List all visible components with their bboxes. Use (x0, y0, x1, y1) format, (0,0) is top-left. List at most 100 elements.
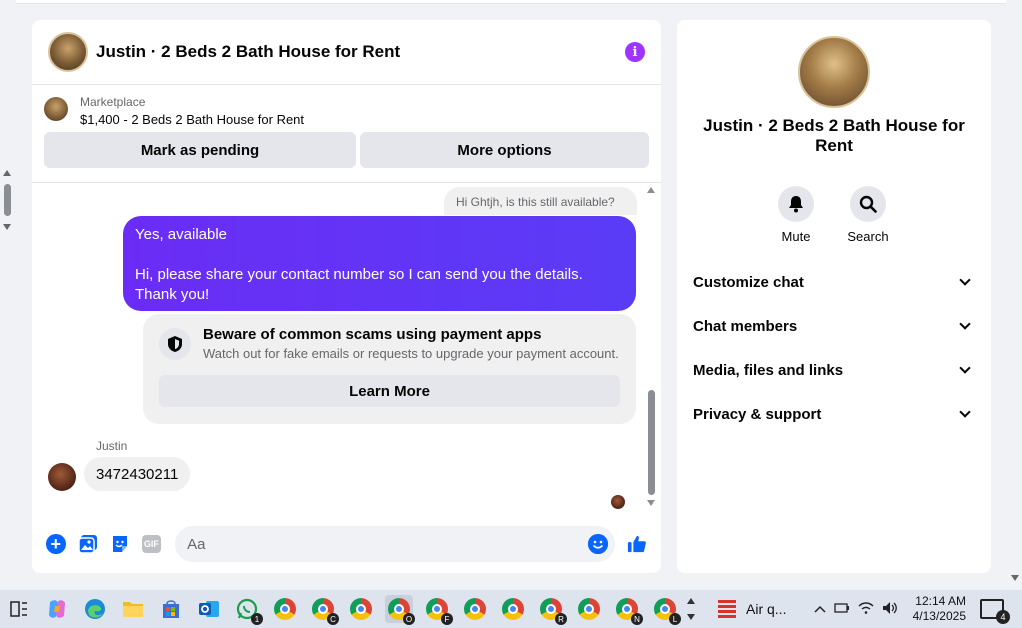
taskbar-overflow-scroll[interactable] (686, 594, 698, 624)
shield-icon (159, 328, 191, 360)
scroll-up-arrow-icon[interactable] (647, 187, 655, 193)
chevron-down-icon[interactable] (959, 362, 971, 374)
chrome-icon[interactable]: F (423, 595, 453, 625)
clock-date: 4/13/2025 (912, 609, 966, 623)
chevron-down-icon[interactable] (959, 406, 971, 418)
chevron-down-icon[interactable] (687, 614, 695, 620)
gif-icon[interactable]: GIF (141, 535, 162, 553)
file-explorer-icon[interactable] (119, 595, 147, 623)
search-label: Search (847, 229, 889, 244)
sender-avatar[interactable] (48, 463, 76, 491)
chrome-profile-badge: N (631, 613, 643, 625)
customize-chat-section[interactable]: Customize chat (693, 270, 975, 294)
details-title: Justin · 2 Beds 2 Bath House for Rent (703, 116, 965, 155)
chat-members-section[interactable]: Chat members (693, 314, 975, 338)
search-icon[interactable] (850, 186, 886, 222)
chrome-icon[interactable] (347, 595, 375, 623)
message-list: Hi Ghtjh, is this still available? Yes, … (32, 184, 661, 516)
bell-icon[interactable] (778, 186, 814, 222)
chrome-profile-badge: C (327, 613, 339, 625)
incoming-message: 3472430211 (84, 457, 191, 491)
task-view-icon[interactable] (5, 595, 33, 623)
chat-header: Justin · 2 Beds 2 Bath House for Rent i (32, 20, 661, 85)
listing-source: Marketplace (80, 95, 146, 109)
weather-widget[interactable]: Air q... (708, 594, 806, 624)
scroll-down-arrow-icon[interactable] (3, 224, 11, 230)
listing-price-title[interactable]: $1,400 - 2 Beds 2 Bath House for Rent (80, 112, 304, 127)
outgoing-message: Yes, available Hi, please share your con… (123, 216, 636, 311)
chrome-icon[interactable]: O (385, 595, 415, 625)
top-bar-strip (16, 0, 1006, 4)
scroll-up-arrow-icon[interactable] (3, 170, 11, 176)
wifi-icon[interactable] (858, 601, 874, 618)
notification-count: 4 (996, 610, 1010, 624)
sender-name: Justin (96, 439, 128, 453)
search-action[interactable]: Search (838, 186, 898, 244)
more-options-button[interactable]: More options (360, 132, 649, 168)
notification-center-icon[interactable]: 4 (980, 599, 1010, 624)
mute-action[interactable]: Mute (766, 186, 826, 244)
scam-warning-title: Beware of common scams using payment app… (203, 326, 542, 343)
chevron-down-icon[interactable] (959, 274, 971, 286)
chat-avatar[interactable] (48, 32, 88, 72)
chrome-icon[interactable] (461, 595, 489, 623)
section-label: Chat members (693, 317, 798, 335)
scroll-thumb[interactable] (648, 390, 655, 495)
marketplace-listing: Marketplace $1,400 - 2 Beds 2 Bath House… (32, 85, 661, 183)
section-label: Media, files and links (693, 361, 844, 379)
scam-warning-card: Beware of common scams using payment app… (143, 314, 636, 424)
chrome-icon[interactable]: N (613, 595, 643, 625)
emoji-icon[interactable] (588, 534, 608, 554)
system-clock[interactable]: 12:14 AM 4/13/2025 (906, 594, 966, 624)
photo-icon[interactable] (77, 534, 98, 554)
chrome-icon[interactable]: R (537, 595, 567, 625)
outlook-icon[interactable] (195, 595, 223, 623)
chrome-icon[interactable] (271, 595, 299, 623)
microsoft-store-icon[interactable] (157, 595, 185, 623)
battery-plug-icon[interactable] (834, 601, 850, 618)
edge-icon[interactable] (81, 595, 109, 623)
chevron-up-icon[interactable] (687, 598, 695, 604)
chrome-icon[interactable] (499, 595, 527, 623)
whatsapp-icon[interactable]: 1 (233, 595, 263, 625)
plus-icon[interactable]: + (46, 534, 66, 554)
weather-text: Air q... (746, 601, 787, 617)
clock-time: 12:14 AM (915, 594, 966, 608)
chat-panel: Justin · 2 Beds 2 Bath House for Rent i … (32, 20, 661, 573)
chrome-profile-badge: L (669, 613, 681, 625)
info-icon[interactable]: i (625, 42, 645, 62)
air-quality-icon (718, 600, 736, 618)
sticker-icon[interactable] (110, 534, 130, 554)
details-avatar[interactable] (798, 36, 870, 108)
right-scroll-down-arrow-icon[interactable] (1011, 575, 1019, 581)
copilot-icon[interactable] (43, 595, 71, 623)
privacy-support-section[interactable]: Privacy & support (693, 402, 975, 426)
page-scrollbar[interactable] (0, 160, 16, 240)
chrome-profile-badge: R (555, 613, 567, 625)
section-label: Customize chat (693, 273, 804, 291)
listing-thumbnail[interactable] (44, 97, 68, 121)
chrome-profile-badge: F (441, 613, 453, 625)
chrome-profile-badge: O (403, 613, 415, 625)
learn-more-button[interactable]: Learn More (159, 375, 620, 407)
mute-label: Mute (781, 229, 811, 244)
chrome-icon[interactable]: L (651, 595, 681, 625)
details-panel: Justin · 2 Beds 2 Bath House for Rent Mu… (677, 20, 991, 573)
section-label: Privacy & support (693, 405, 822, 423)
media-files-links-section[interactable]: Media, files and links (693, 358, 975, 382)
chat-title[interactable]: Justin · 2 Beds 2 Bath House for Rent (96, 42, 625, 62)
chrome-icon[interactable]: C (309, 595, 339, 625)
scroll-down-arrow-icon[interactable] (647, 500, 655, 506)
chrome-icon[interactable] (575, 595, 603, 623)
incoming-message: Hi Ghtjh, is this still available? (444, 187, 637, 215)
chevron-up-icon[interactable] (814, 602, 826, 616)
message-input[interactable] (175, 526, 616, 562)
scroll-thumb[interactable] (4, 184, 11, 216)
seen-indicator-avatar (611, 495, 625, 509)
outgoing-message-line: Yes, available (135, 226, 228, 243)
thumbs-up-icon[interactable] (627, 534, 647, 554)
chevron-down-icon[interactable] (959, 318, 971, 330)
message-scrollbar[interactable] (645, 184, 657, 506)
mark-as-pending-button[interactable]: Mark as pending (44, 132, 356, 168)
volume-icon[interactable] (882, 601, 898, 618)
